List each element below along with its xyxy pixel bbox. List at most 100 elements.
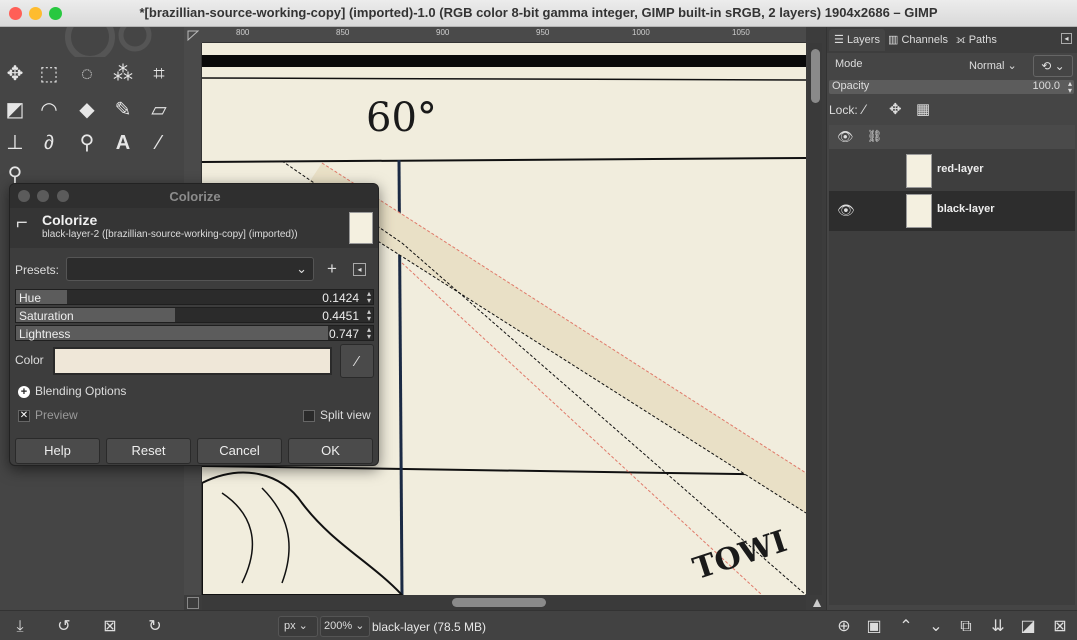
undo-icon[interactable]: ↺ (54, 616, 74, 638)
layer-name: red-layer (937, 163, 984, 175)
split-view-checkbox[interactable] (303, 410, 315, 422)
chevron-down-icon: ⌄ (1007, 60, 1017, 72)
presets-select[interactable]: ⌄ (66, 257, 314, 281)
dialog-titlebar[interactable]: Colorize (10, 184, 378, 208)
layers-list: 👁 ⛓ red-layer 👁 black-layer (829, 125, 1075, 605)
layer-row-red[interactable]: red-layer (829, 151, 1075, 191)
navigate-icon[interactable]: ▲ (810, 594, 824, 610)
quick-mask-icon[interactable] (187, 597, 199, 609)
paths-icon: ⟗ (956, 34, 966, 46)
tab-layers-label: Layers (846, 34, 880, 46)
crop-tool-icon[interactable]: ⌗ (144, 59, 174, 89)
tab-layers[interactable]: ☰ Layers (829, 29, 885, 51)
color-swatch[interactable] (53, 347, 332, 375)
layer-row-black[interactable]: 👁 black-layer (829, 191, 1075, 231)
ruler-corner-toggle[interactable] (184, 27, 202, 43)
hue-value: 0.1424 (322, 291, 359, 305)
visibility-header-icon[interactable]: 👁 (837, 129, 854, 145)
smudge-tool-icon[interactable]: ∂ (34, 128, 64, 158)
horizontal-scroll-thumb[interactable] (452, 598, 546, 607)
eraser-tool-icon[interactable]: ▱ (144, 95, 174, 125)
saturation-label: Saturation (19, 309, 74, 323)
lock-position-icon[interactable]: ✥ (889, 100, 902, 118)
lasso-tool-icon[interactable]: ◌ (72, 59, 102, 89)
ruler-tick: 850 (336, 28, 350, 37)
duplicate-layer-icon[interactable]: ⧉ (956, 616, 976, 638)
layer-mode-switch-icon[interactable]: ⟲ ⌄ (1033, 55, 1073, 77)
lock-alpha-icon[interactable]: ▦ (916, 100, 930, 118)
preview-checkbox[interactable]: ✕ (18, 410, 30, 422)
path-tool-icon[interactable]: ⚲ (72, 128, 102, 158)
preset-menu-icon[interactable]: ◂ (353, 263, 366, 276)
new-layer-group-icon[interactable]: ▣ (864, 616, 884, 638)
dialog-header: ⌐ Colorize black-layer-2 ([brazillian-so… (10, 208, 378, 248)
horizontal-ruler[interactable]: 800 850 900 950 1000 1050 (202, 27, 806, 43)
opacity-slider[interactable]: Opacity 100.0 ▴ ▾ (829, 80, 1074, 95)
zoom-select[interactable]: 200% ⌄ (320, 616, 370, 637)
preview-label: Preview (35, 408, 78, 422)
warp-tool-icon[interactable]: ◠ (34, 95, 64, 125)
bucket-fill-tool-icon[interactable]: ◆ (72, 95, 102, 125)
wilber-logo (65, 27, 152, 57)
opacity-label: Opacity (832, 80, 870, 92)
delete-icon[interactable]: ⊠ (100, 616, 120, 638)
transform-tool-icon[interactable]: ◩ (0, 95, 30, 125)
window-titlebar: *[brazillian-source-working-copy] (impor… (0, 0, 1077, 27)
reset-icon[interactable]: ↻ (145, 616, 165, 638)
chain-header-icon[interactable]: ⛓ (867, 129, 882, 143)
hue-slider[interactable]: Hue 0.1424 ▴ ▾ (15, 289, 374, 305)
hue-spin-icon[interactable]: ▴ ▾ (367, 290, 371, 305)
opacity-spin-icon[interactable]: ▴ ▾ (1068, 80, 1072, 95)
vertical-scroll-thumb[interactable] (811, 49, 820, 103)
split-view-label: Split view (320, 408, 371, 422)
lock-label: Lock: (829, 103, 858, 117)
tab-channels[interactable]: ▥ Channels (883, 29, 953, 51)
move-tool-icon[interactable]: ✥ (0, 59, 30, 89)
color-picker-tool-icon[interactable]: ⁄ (144, 128, 174, 158)
expand-icon[interactable]: + (18, 386, 30, 398)
map-label-60: 60° (366, 95, 437, 141)
new-layer-icon[interactable]: ⊕ (834, 616, 854, 638)
help-button[interactable]: Help (15, 438, 100, 464)
mode-value: Normal (969, 60, 1005, 72)
channels-icon: ▥ (888, 34, 899, 46)
color-label: Color (15, 353, 44, 367)
paintbrush-tool-icon[interactable]: ✎ (108, 95, 138, 125)
horizontal-scrollbar[interactable] (202, 595, 806, 610)
color-picker-button[interactable]: ⁄ (340, 344, 374, 378)
lower-layer-icon[interactable]: ⌄ (926, 616, 946, 638)
merge-layer-icon[interactable]: ⇊ (988, 616, 1008, 638)
ruler-tick: 950 (536, 28, 550, 37)
lock-pixels-icon[interactable]: ⁄ (863, 101, 865, 117)
layer-mask-icon[interactable]: ◪ (1018, 616, 1038, 638)
raise-layer-icon[interactable]: ⌃ (896, 616, 916, 638)
presets-label: Presets: (15, 263, 60, 277)
eye-icon[interactable]: 👁 (837, 202, 855, 219)
tab-paths[interactable]: ⟗ Paths (951, 29, 1002, 51)
add-preset-icon[interactable]: + (327, 259, 337, 279)
saturation-spin-icon[interactable]: ▴ ▾ (367, 308, 371, 323)
ok-button[interactable]: OK (288, 438, 373, 464)
mode-select[interactable]: Normal ⌄ (969, 56, 1025, 76)
clone-tool-icon[interactable]: ⊥ (0, 128, 30, 158)
unit-select[interactable]: px ⌄ (278, 616, 318, 637)
opacity-value: 100.0 (1032, 80, 1060, 92)
fuzzy-select-tool-icon[interactable]: ⁂ (108, 59, 138, 89)
lightness-value: 0.747 (328, 327, 359, 341)
tab-paths-label: Paths (968, 34, 997, 46)
delete-layer-icon[interactable]: ⊠ (1050, 616, 1070, 638)
dock-menu-icon[interactable]: ◂ (1061, 33, 1072, 44)
lightness-spin-icon[interactable]: ▴ ▾ (367, 326, 371, 341)
saturation-slider[interactable]: Saturation 0.4451 ▴ ▾ (15, 307, 374, 323)
layer-preview-thumbnail (349, 212, 373, 244)
lightness-slider[interactable]: Lightness 0.747 ▴ ▾ (15, 325, 374, 341)
tab-channels-label: Channels (901, 34, 948, 46)
reset-button[interactable]: Reset (106, 438, 191, 464)
text-tool-icon[interactable]: A (108, 128, 138, 158)
cancel-button[interactable]: Cancel (197, 438, 282, 464)
export-icon[interactable]: ⤓ (10, 616, 30, 638)
vertical-scrollbar[interactable] (808, 43, 822, 595)
rect-select-tool-icon[interactable]: ⬚ (34, 59, 64, 89)
blending-options-label[interactable]: Blending Options (35, 384, 126, 398)
saturation-value: 0.4451 (322, 309, 359, 323)
